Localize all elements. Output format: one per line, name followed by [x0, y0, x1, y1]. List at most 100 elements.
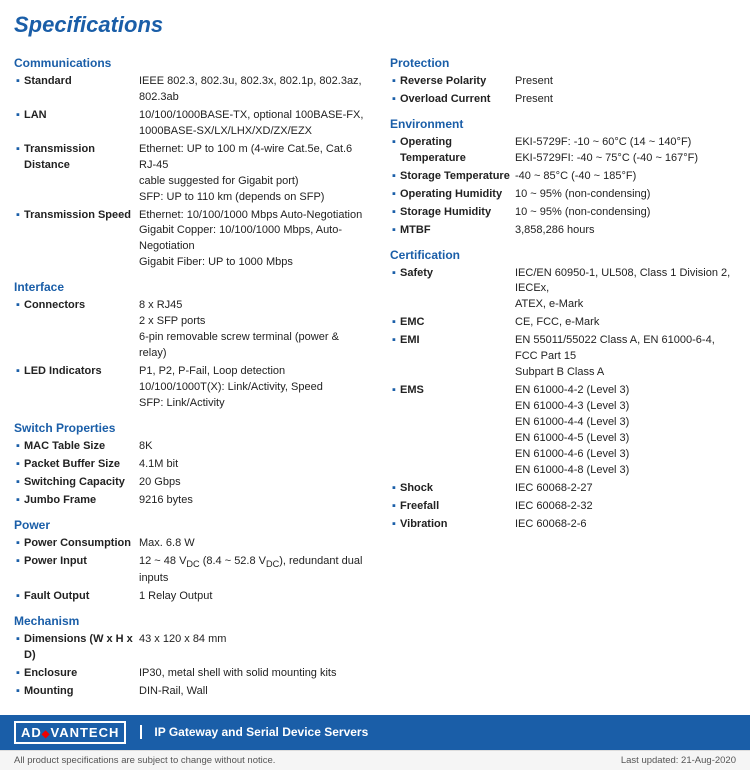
spec-label: Enclosure: [22, 665, 137, 683]
table-row: ▪ Operating Humidity 10 ~ 95% (non-conde…: [390, 186, 736, 204]
spec-value: Ethernet: UP to 100 m (4-wire Cat.5e, Ca…: [137, 141, 368, 207]
table-row: ▪ EMC CE, FCC, e-Mark: [390, 314, 736, 332]
bullet: ▪: [14, 207, 22, 273]
table-row: ▪ Freefall IEC 60068-2-32: [390, 498, 736, 516]
table-row: ▪ Safety IEC/EN 60950-1, UL508, Class 1 …: [390, 265, 736, 315]
section-mechanism-title: Mechanism: [14, 614, 368, 628]
spec-value: EN 55011/55022 Class A, EN 61000-6-4, FC…: [513, 332, 736, 382]
table-row: ▪ Operating Temperature EKI-5729F: -10 ~…: [390, 134, 736, 168]
main-content: Specifications Communications ▪ Standard…: [0, 0, 750, 703]
spec-label: LED Indicators: [22, 363, 137, 413]
table-row: ▪ Packet Buffer Size 4.1M bit: [14, 456, 368, 474]
spec-label: Standard: [22, 73, 137, 107]
bullet: ▪: [14, 474, 22, 492]
spec-value: IEC/EN 60950-1, UL508, Class 1 Division …: [513, 265, 736, 315]
table-row: ▪ Power Consumption Max. 6.8 W: [14, 535, 368, 553]
table-row: ▪ Jumbo Frame 9216 bytes: [14, 492, 368, 510]
last-updated: Last updated: 21-Aug-2020: [621, 755, 736, 766]
section-interface-title: Interface: [14, 280, 368, 294]
bullet: ▪: [390, 186, 398, 204]
bullet: ▪: [14, 665, 22, 683]
spec-value: 3,858,286 hours: [513, 222, 736, 240]
footer-tagline: IP Gateway and Serial Device Servers: [140, 725, 368, 739]
spec-value: DIN-Rail, Wall: [137, 683, 368, 701]
bullet: ▪: [14, 492, 22, 510]
table-row: ▪ Shock IEC 60068-2-27: [390, 480, 736, 498]
spec-label: Switching Capacity: [22, 474, 137, 492]
spec-value: Present: [513, 91, 736, 109]
spec-label: Freefall: [398, 498, 513, 516]
spec-label: Operating Temperature: [398, 134, 513, 168]
table-row: ▪ Vibration IEC 60068-2-6: [390, 516, 736, 534]
table-row: ▪ Storage Temperature -40 ~ 85°C (-40 ~ …: [390, 168, 736, 186]
spec-label: Safety: [398, 265, 513, 315]
table-row: ▪ MTBF 3,858,286 hours: [390, 222, 736, 240]
spec-value: 9216 bytes: [137, 492, 368, 510]
table-row: ▪ LED Indicators P1, P2, P-Fail, Loop de…: [14, 363, 368, 413]
right-column: Protection ▪ Reverse Polarity Present ▪ …: [384, 48, 736, 703]
bullet: ▪: [14, 141, 22, 207]
logo-diamond: ◆: [42, 729, 51, 740]
footer-disclaimer-bar: All product specifications are subject t…: [0, 750, 750, 770]
logo-ad: AD: [21, 725, 42, 740]
bullet: ▪: [14, 297, 22, 363]
footer-logo: AD◆VANTECH: [14, 721, 126, 744]
left-column: Communications ▪ Standard IEEE 802.3, 80…: [14, 48, 384, 703]
protection-table: ▪ Reverse Polarity Present ▪ Overload Cu…: [390, 73, 736, 109]
spec-value: P1, P2, P-Fail, Loop detection10/100/100…: [137, 363, 368, 413]
communications-table: ▪ Standard IEEE 802.3, 802.3u, 802.3x, 8…: [14, 73, 368, 272]
bullet: ▪: [14, 456, 22, 474]
spec-value: CE, FCC, e-Mark: [513, 314, 736, 332]
table-row: ▪ Switching Capacity 20 Gbps: [14, 474, 368, 492]
spec-label: Storage Temperature: [398, 168, 513, 186]
spec-label: Jumbo Frame: [22, 492, 137, 510]
spec-value: Present: [513, 73, 736, 91]
bullet: ▪: [390, 204, 398, 222]
table-row: ▪ EMS EN 61000-4-2 (Level 3)EN 61000-4-3…: [390, 382, 736, 480]
spec-label: Reverse Polarity: [398, 73, 513, 91]
table-row: ▪ Standard IEEE 802.3, 802.3u, 802.3x, 8…: [14, 73, 368, 107]
table-row: ▪ Enclosure IP30, metal shell with solid…: [14, 665, 368, 683]
spec-value: EN 61000-4-2 (Level 3)EN 61000-4-3 (Leve…: [513, 382, 736, 480]
spec-value: 10/100/1000BASE-TX, optional 100BASE-FX,…: [137, 107, 368, 141]
bullet: ▪: [14, 553, 22, 588]
bullet: ▪: [390, 480, 398, 498]
section-power-title: Power: [14, 518, 368, 532]
switch-table: ▪ MAC Table Size 8K ▪ Packet Buffer Size…: [14, 438, 368, 510]
spec-label: Packet Buffer Size: [22, 456, 137, 474]
spec-label: Mounting: [22, 683, 137, 701]
spec-value: 4.1M bit: [137, 456, 368, 474]
section-protection-title: Protection: [390, 56, 736, 70]
bullet: ▪: [390, 516, 398, 534]
spec-label: LAN: [22, 107, 137, 141]
spec-value: IEEE 802.3, 802.3u, 802.3x, 802.1p, 802.…: [137, 73, 368, 107]
bullet: ▪: [14, 73, 22, 107]
disclaimer-text: All product specifications are subject t…: [14, 755, 275, 766]
bullet: ▪: [390, 314, 398, 332]
bullet: ▪: [14, 107, 22, 141]
bullet: ▪: [14, 363, 22, 413]
bullet: ▪: [390, 382, 398, 480]
spec-label: Dimensions (W x H x D): [22, 631, 137, 665]
table-row: ▪ Mounting DIN-Rail, Wall: [14, 683, 368, 701]
logo-vantech: VANTECH: [50, 725, 119, 740]
spec-label: EMS: [398, 382, 513, 480]
page-title: Specifications: [14, 12, 736, 38]
spec-label: Operating Humidity: [398, 186, 513, 204]
power-table: ▪ Power Consumption Max. 6.8 W ▪ Power I…: [14, 535, 368, 606]
spec-value: EKI-5729F: -10 ~ 60°C (14 ~ 140°F)EKI-57…: [513, 134, 736, 168]
spec-value: IEC 60068-2-27: [513, 480, 736, 498]
spec-label: Power Input: [22, 553, 137, 588]
footer: AD◆VANTECH IP Gateway and Serial Device …: [0, 715, 750, 750]
spec-value: IEC 60068-2-6: [513, 516, 736, 534]
spec-value: 8K: [137, 438, 368, 456]
table-row: ▪ Power Input 12 ~ 48 VDC (8.4 ~ 52.8 VD…: [14, 553, 368, 588]
spec-value: 10 ~ 95% (non-condensing): [513, 204, 736, 222]
spec-value: 43 x 120 x 84 mm: [137, 631, 368, 665]
bullet: ▪: [14, 438, 22, 456]
spec-label: EMC: [398, 314, 513, 332]
spec-value: 10 ~ 95% (non-condensing): [513, 186, 736, 204]
bullet: ▪: [390, 265, 398, 315]
environment-table: ▪ Operating Temperature EKI-5729F: -10 ~…: [390, 134, 736, 240]
table-row: ▪ Storage Humidity 10 ~ 95% (non-condens…: [390, 204, 736, 222]
